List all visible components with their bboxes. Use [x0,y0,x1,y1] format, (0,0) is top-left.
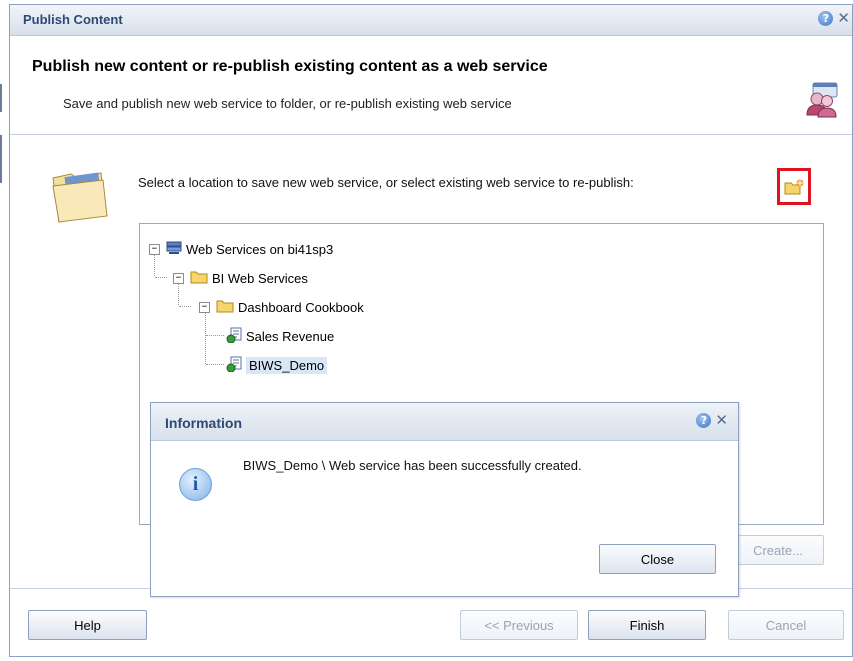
finish-button[interactable]: Finish [588,610,706,640]
tree-label: BI Web Services [212,270,308,286]
info-icon: i [179,468,212,501]
close-icon[interactable]: ✕ [837,11,850,26]
title-bar: Publish Content ? ✕ [10,5,852,36]
web-service-icon [226,327,242,346]
page-title: Publish new content or re-publish existi… [32,58,548,75]
close-icon[interactable]: ✕ [715,413,728,428]
dialog-title: Information [165,415,242,431]
tree-node-bi-web-services[interactable]: − BI Web Services [173,269,308,287]
new-folder-icon [784,179,804,194]
help-icon[interactable]: ? [696,413,712,428]
new-folder-button[interactable] [777,168,811,205]
edge-mark [0,84,2,112]
dialog-title-bar: Information ? ✕ [151,403,738,441]
information-dialog: Information ? ✕ i BIWS_Demo \ Web servic… [150,402,739,597]
background-window-edge [0,0,9,661]
help-button[interactable]: Help [28,610,147,640]
help-icon[interactable]: ? [818,11,834,26]
header-panel: Publish new content or re-publish existi… [10,36,852,135]
collapse-icon[interactable]: − [149,243,160,255]
edge-mark [0,135,2,183]
create-button[interactable]: Create... [732,535,824,565]
tree-node-dashboard-cookbook[interactable]: − Dashboard Cookbook [199,298,364,316]
close-button[interactable]: Close [599,544,716,574]
tree-label-selected: BIWS_Demo [246,356,328,374]
cancel-button[interactable]: Cancel [728,610,844,640]
page-subtitle: Save and publish new web service to fold… [63,96,512,111]
collapse-icon[interactable]: − [199,301,210,313]
collapse-icon[interactable]: − [173,272,184,284]
folder-icon [52,172,108,223]
server-icon [166,241,182,258]
tree-node-biws-demo[interactable]: BIWS_Demo [226,356,328,375]
web-service-users-icon [806,82,838,118]
tree-label: Dashboard Cookbook [238,299,364,315]
folder-icon [190,270,208,287]
tree-node-root[interactable]: − Web Services on bi41sp3 [149,240,333,258]
previous-button[interactable]: << Previous [460,610,578,640]
tree-label: Sales Revenue [246,328,335,344]
tree-label: Web Services on bi41sp3 [186,241,334,257]
tree-node-sales-revenue[interactable]: Sales Revenue [226,327,334,345]
dialog-message: BIWS_Demo \ Web service has been success… [243,458,582,473]
web-service-icon [226,356,242,375]
window-title: Publish Content [23,12,123,27]
folder-open-icon [216,299,234,316]
instruction-text: Select a location to save new web servic… [138,175,634,190]
